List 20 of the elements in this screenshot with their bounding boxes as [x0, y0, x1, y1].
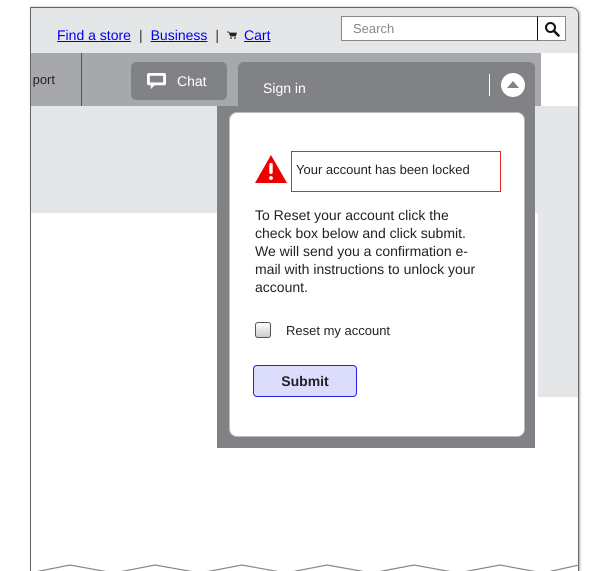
search-icon: [544, 20, 560, 36]
checkbox[interactable]: [255, 322, 271, 338]
search-button[interactable]: [538, 16, 566, 41]
collapse-icon[interactable]: [501, 72, 525, 96]
warning-icon: [255, 155, 287, 183]
header-link[interactable]: Find a store: [57, 27, 131, 43]
submit-button[interactable]: Submit: [253, 365, 357, 397]
chat-button[interactable]: Chat: [131, 62, 227, 100]
header-link[interactable]: Cart: [244, 27, 270, 43]
link-separator: |: [215, 27, 220, 43]
sign-in-tab[interactable]: Sign in: [238, 62, 535, 107]
alert-message: Your account has been locked: [291, 151, 501, 192]
speech-bubble-icon: [146, 72, 167, 90]
search-field[interactable]: Search: [341, 16, 538, 41]
checkbox-label: Reset my account: [286, 322, 390, 338]
instructions-text: To Reset your account click the check box below and click submit. We will send you a confirmation e-mail with instructions to unlock your account.: [255, 206, 476, 296]
sign-in-label: Sign in: [263, 80, 306, 96]
link-separator: |: [138, 27, 143, 43]
header-link[interactable]: Business: [150, 27, 208, 43]
cart-icon: [227, 31, 238, 39]
